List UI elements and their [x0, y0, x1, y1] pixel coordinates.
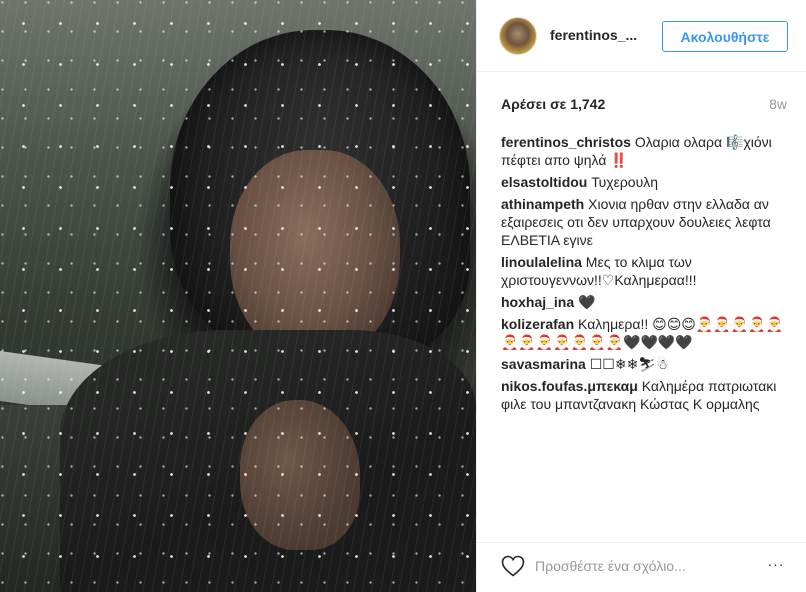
post-photo[interactable]: [0, 0, 476, 592]
comment-item: savasmarina ☐☐❄❄⛷☃: [501, 355, 791, 373]
avatar[interactable]: [499, 17, 537, 55]
comments-list: ferentinos_christos Ολαρια ολαρα 🎼χιόνι …: [501, 133, 791, 417]
comment-text: 🖤: [578, 294, 596, 310]
comment-item: kolizerafan Καλημερα!! 😊😊😊🎅🎅🎅🎅🎅🎅🎅🎅🎅🎅🎅🎅🖤🖤…: [501, 315, 791, 351]
likes-row: Αρέσει σε 1,742 8w: [501, 96, 787, 116]
comment-item: ferentinos_christos Ολαρια ολαρα 🎼χιόνι …: [501, 133, 791, 169]
likes-count[interactable]: Αρέσει σε 1,742: [501, 96, 605, 112]
follow-button[interactable]: Ακολουθήστε: [662, 21, 788, 52]
comment-username[interactable]: kolizerafan: [501, 316, 574, 332]
comment-username[interactable]: elsastoltidou: [501, 174, 587, 190]
comment-item: elsastoltidou Τυχερουλη: [501, 173, 791, 191]
comment-item: athinampeth Χιονια ηρθαν στην ελλαδα αν …: [501, 195, 791, 249]
heart-icon[interactable]: [501, 555, 525, 577]
timestamp[interactable]: 8w: [769, 96, 787, 112]
comment-item: hoxhaj_ina 🖤: [501, 293, 791, 311]
post-side-panel: ferentinos_... Ακολουθήστε Αρέσει σε 1,7…: [476, 0, 806, 592]
username-link[interactable]: ferentinos_...: [550, 27, 637, 43]
post-header: ferentinos_... Ακολουθήστε: [477, 0, 806, 72]
comment-text: Τυχερουλη: [591, 174, 659, 190]
comment-input[interactable]: [535, 555, 757, 577]
falling-snow: [0, 0, 476, 592]
comment-username[interactable]: ferentinos_christos: [501, 134, 631, 150]
comment-footer: ···: [477, 542, 806, 592]
comment-item: nikos.foufas.μπεκαμ Καλημέρα πατριωτακι …: [501, 377, 791, 413]
comment-text: ☐☐❄❄⛷☃: [589, 356, 669, 372]
comment-item: linoulalelina Μες το κλιμα των χριστουγε…: [501, 253, 791, 289]
comment-username[interactable]: savasmarina: [501, 356, 586, 372]
comment-username[interactable]: athinampeth: [501, 196, 584, 212]
comment-username[interactable]: linoulalelina: [501, 254, 582, 270]
comment-username[interactable]: hoxhaj_ina: [501, 294, 574, 310]
more-options-icon[interactable]: ···: [764, 556, 788, 574]
comment-username[interactable]: nikos.foufas.μπεκαμ: [501, 378, 638, 394]
